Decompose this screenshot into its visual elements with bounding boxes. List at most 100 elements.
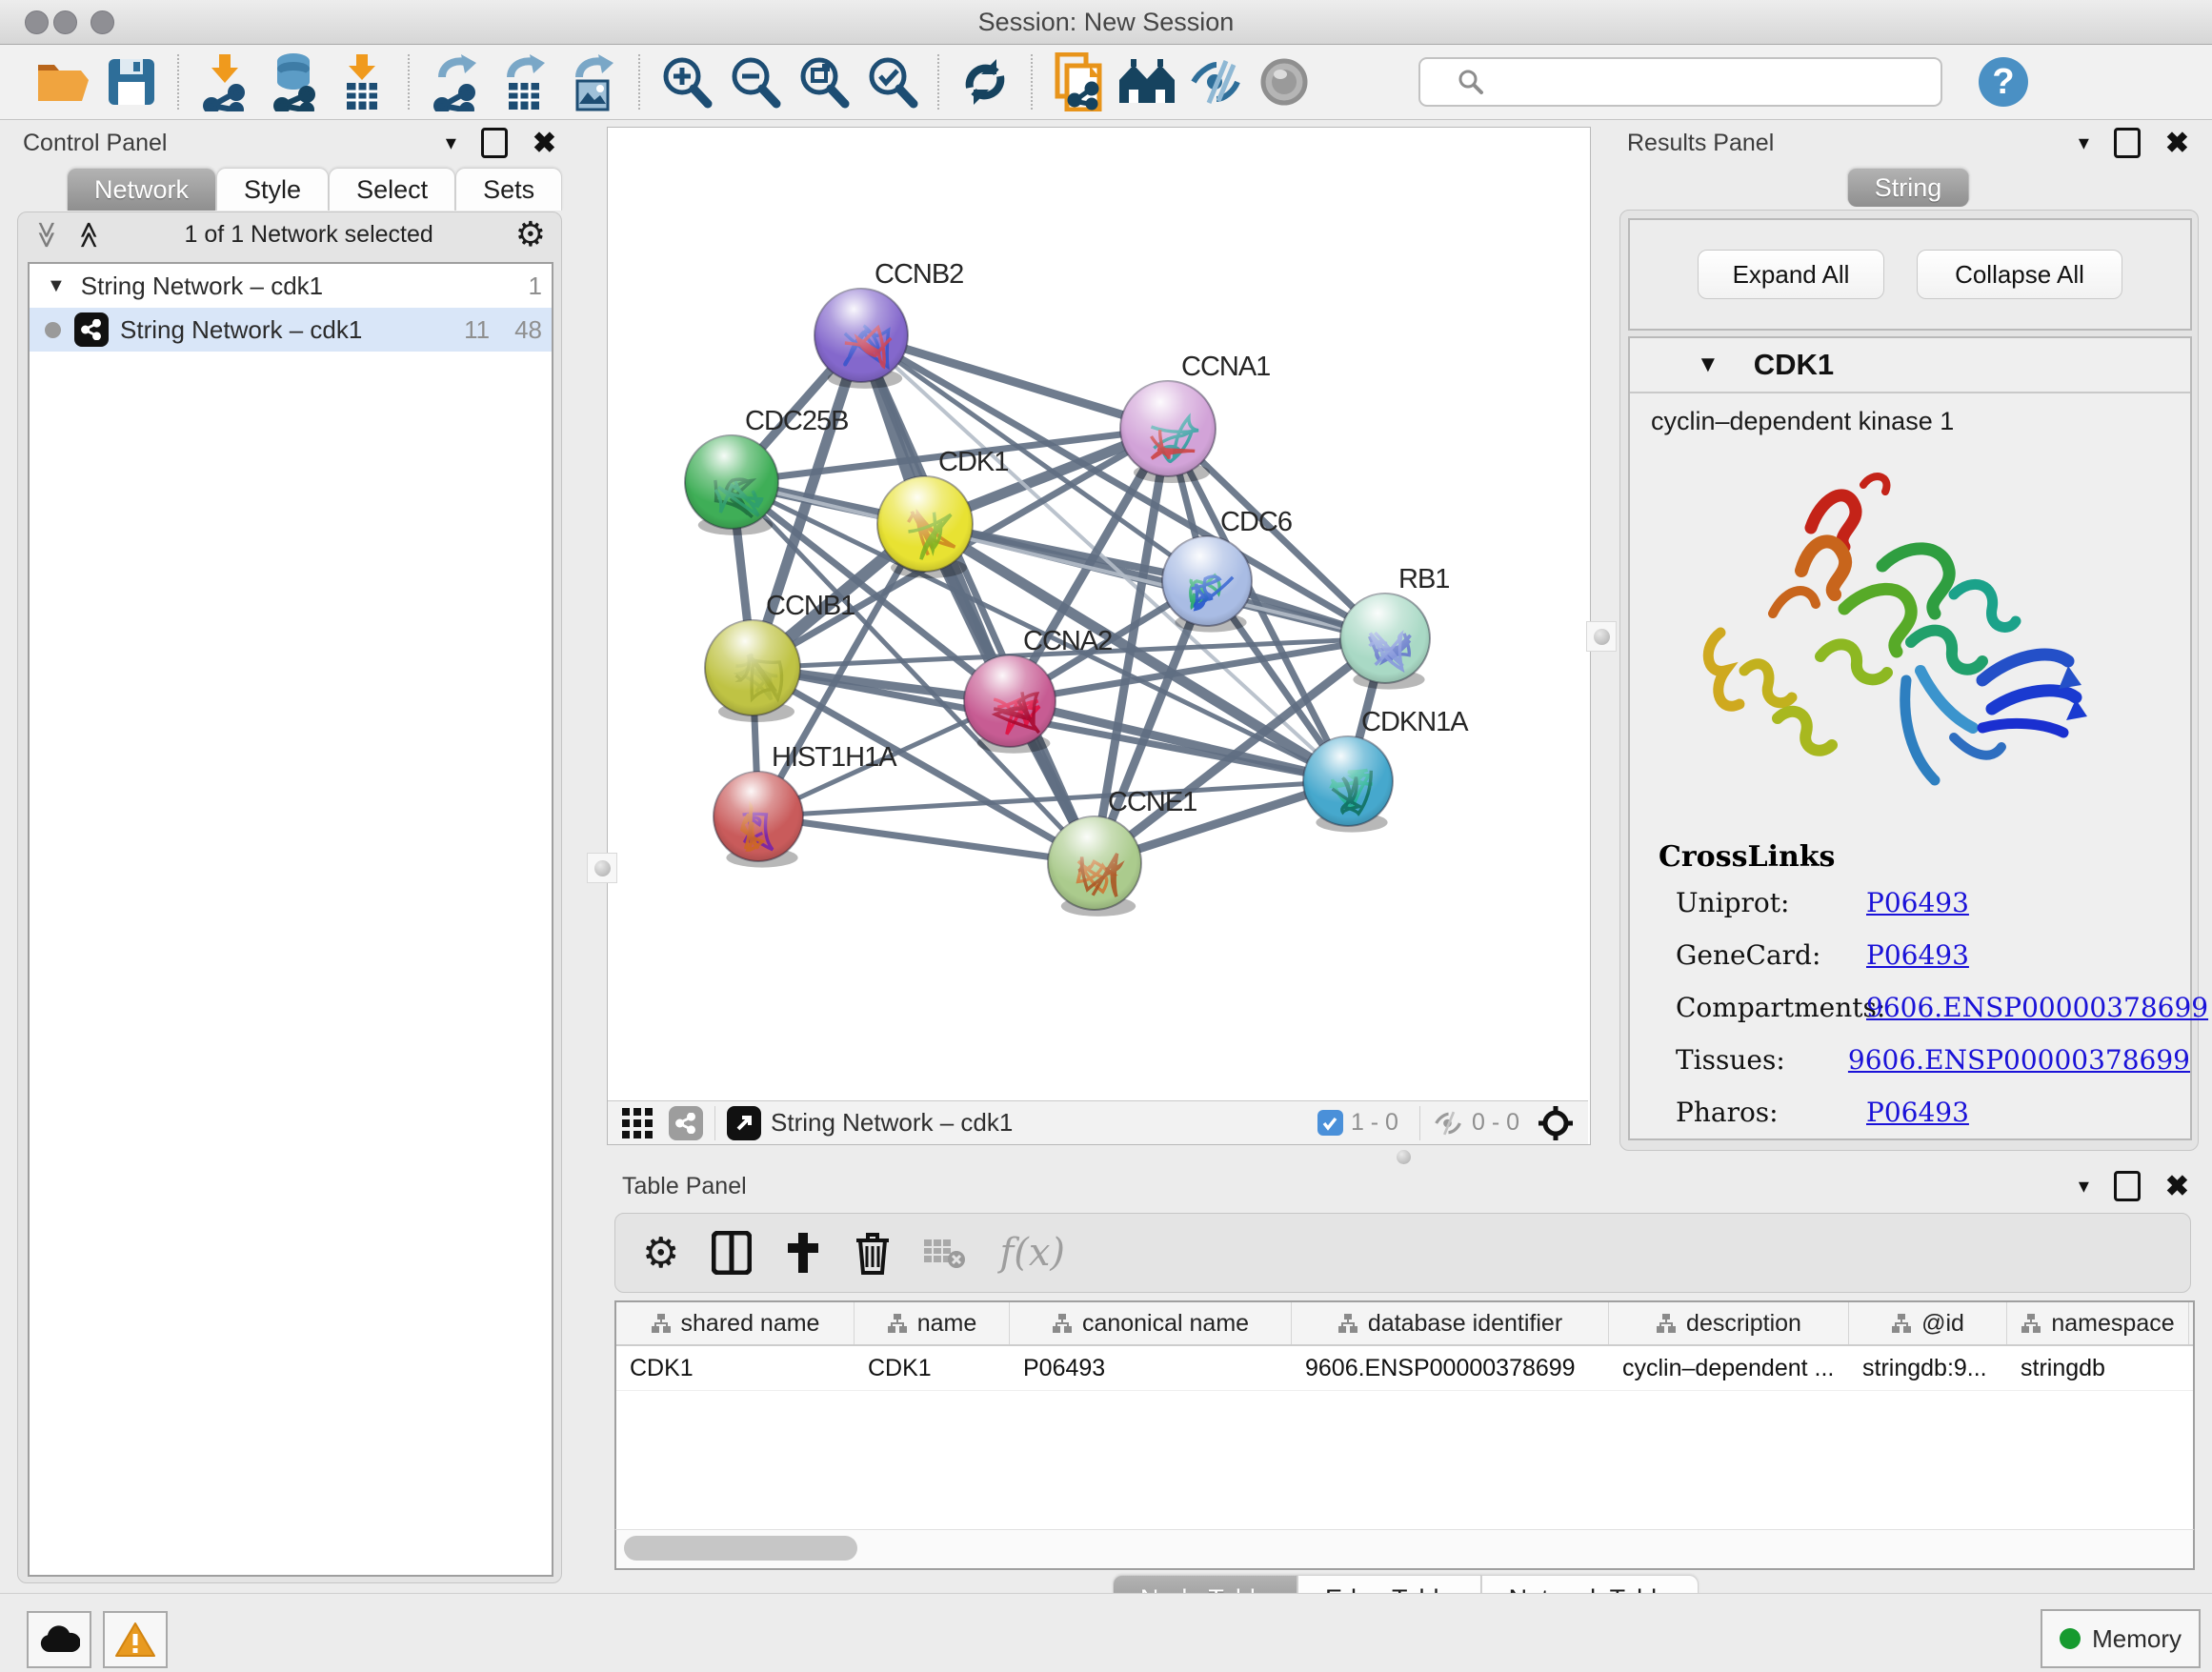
node-table[interactable]: shared namenamecanonical namedatabase id… xyxy=(614,1300,2195,1531)
table-settings-gear-icon[interactable]: ⚙ xyxy=(642,1229,679,1278)
zoom-in-icon[interactable] xyxy=(656,52,715,111)
zoom-window-button[interactable] xyxy=(90,10,114,34)
network-collection-row[interactable]: ▼ String Network – cdk1 1 xyxy=(30,264,552,308)
tree-icon xyxy=(651,1313,672,1334)
expand-all-networks-icon[interactable]: ≫ xyxy=(31,220,63,248)
detach-view-icon[interactable] xyxy=(727,1106,761,1140)
column-header-description[interactable]: description xyxy=(1609,1302,1849,1344)
control-panel-float-icon[interactable] xyxy=(481,128,508,158)
import-network-icon[interactable] xyxy=(195,52,254,111)
refresh-icon[interactable] xyxy=(955,52,1015,111)
network-share-icon[interactable] xyxy=(669,1106,703,1140)
hidden-eye-slash-icon xyxy=(1432,1110,1464,1137)
export-image-icon[interactable] xyxy=(563,52,622,111)
node-label-ccnb2: CCNB2 xyxy=(875,259,963,290)
delete-column-icon[interactable] xyxy=(855,1231,891,1275)
memory-button[interactable]: Memory xyxy=(2041,1609,2201,1668)
control-panel-close-icon[interactable]: ✖ xyxy=(533,127,556,160)
network-row[interactable]: String Network – cdk1 11 48 xyxy=(30,308,552,352)
gray-lens-icon xyxy=(1255,52,1314,111)
column-header-name[interactable]: name xyxy=(855,1302,1010,1344)
tab-sets[interactable]: Sets xyxy=(455,168,562,211)
crosslink-link[interactable]: P06493 xyxy=(1866,887,1969,918)
column-header-shared-name[interactable]: shared name xyxy=(616,1302,855,1344)
crosslinks-section: CrossLinks Uniprot:P06493GeneCard:P06493… xyxy=(1630,823,2190,1128)
tab-string[interactable]: String xyxy=(1847,168,1970,207)
selected-nodes-checkbox[interactable] xyxy=(1317,1110,1343,1136)
show-columns-icon[interactable] xyxy=(712,1231,752,1275)
save-icon[interactable] xyxy=(102,52,161,111)
crosslink-link[interactable]: 9606.ENSP00000378699 xyxy=(1848,1044,2190,1076)
table-cell[interactable]: stringdb:9... xyxy=(1849,1346,2007,1390)
collection-expand-icon[interactable]: ▼ xyxy=(47,275,66,297)
main-toolbar: ? xyxy=(0,45,2212,120)
import-table-icon[interactable] xyxy=(332,52,392,111)
cloud-icon[interactable] xyxy=(27,1611,91,1668)
close-window-button[interactable] xyxy=(25,10,49,34)
table-panel-collapse-icon[interactable]: ▾ xyxy=(2079,1174,2089,1199)
node-label-ccna1: CCNA1 xyxy=(1181,352,1270,382)
column-header--id[interactable]: @id xyxy=(1849,1302,2007,1344)
table-cell[interactable]: 9606.ENSP00000378699 xyxy=(1292,1346,1609,1390)
horizontal-splitter-handle[interactable] xyxy=(1391,1146,1416,1167)
results-panel-collapse-icon[interactable]: ▾ xyxy=(2079,131,2089,155)
table-cell[interactable]: P06493 xyxy=(1010,1346,1292,1390)
table-panel-close-icon[interactable]: ✖ xyxy=(2165,1170,2189,1203)
open-file-icon[interactable] xyxy=(33,52,92,111)
network-node-ccnb1 xyxy=(705,620,800,722)
table-cell[interactable]: CDK1 xyxy=(616,1346,855,1390)
network-view-title: String Network – cdk1 xyxy=(771,1108,1317,1138)
warning-icon[interactable] xyxy=(103,1611,168,1668)
table-panel-float-icon[interactable] xyxy=(2114,1171,2141,1201)
minimize-window-button[interactable] xyxy=(53,10,77,34)
houses-icon[interactable] xyxy=(1117,52,1176,111)
help-icon[interactable]: ? xyxy=(1979,57,2028,107)
crosslink-link[interactable]: P06493 xyxy=(1866,1097,1969,1128)
tab-network[interactable]: Network xyxy=(67,168,216,211)
edge-count: 48 xyxy=(514,315,542,345)
expand-all-button[interactable]: Expand All xyxy=(1698,250,1884,299)
crosslink-link[interactable]: P06493 xyxy=(1866,939,1969,971)
export-table-icon[interactable] xyxy=(494,52,553,111)
collapse-all-button[interactable]: Collapse All xyxy=(1917,250,2122,299)
column-header-database-identifier[interactable]: database identifier xyxy=(1292,1302,1609,1344)
results-panel-float-icon[interactable] xyxy=(2114,128,2141,158)
tree-icon xyxy=(2021,1313,2041,1334)
node-label-ccne1: CCNE1 xyxy=(1108,787,1196,817)
scrollbar-thumb[interactable] xyxy=(624,1536,857,1561)
gene-collapse-icon[interactable]: ▼ xyxy=(1697,352,1719,378)
column-header-namespace[interactable]: namespace xyxy=(2007,1302,2189,1344)
tab-select[interactable]: Select xyxy=(329,168,455,211)
table-cell[interactable]: CDK1 xyxy=(855,1346,1010,1390)
collapse-all-networks-icon[interactable]: ≫ xyxy=(72,220,104,248)
zoom-selected-icon[interactable] xyxy=(862,52,921,111)
column-header-canonical-name[interactable]: canonical name xyxy=(1010,1302,1292,1344)
search-input[interactable] xyxy=(1418,57,1942,107)
eye-slash-icon[interactable] xyxy=(1186,52,1245,111)
export-network-icon[interactable] xyxy=(426,52,485,111)
network-canvas[interactable]: CCNB2CCNA1CDC25BCDK1CDC6RB1CCNB1CCNA2CDK… xyxy=(608,128,1588,1099)
grid-view-icon[interactable] xyxy=(621,1107,654,1139)
birdseye-view-icon[interactable] xyxy=(1537,1104,1575,1142)
tab-style[interactable]: Style xyxy=(216,168,329,211)
table-cell[interactable]: cyclin–dependent ... xyxy=(1609,1346,1849,1390)
selected-counts: 1 - 0 xyxy=(1351,1109,1398,1137)
node-label-ccnb1: CCNB1 xyxy=(766,591,855,621)
table-cell[interactable]: stringdb xyxy=(2007,1346,2189,1390)
control-panel-collapse-icon[interactable]: ▾ xyxy=(446,131,456,155)
crosslink-link[interactable]: 9606.ENSP00000378699 xyxy=(1866,992,2208,1023)
results-panel-title: Results Panel xyxy=(1627,130,1774,157)
zoom-out-icon[interactable] xyxy=(725,52,784,111)
collection-count: 1 xyxy=(529,272,542,301)
tree-icon xyxy=(1052,1313,1073,1334)
results-panel-close-icon[interactable]: ✖ xyxy=(2165,127,2189,160)
zoom-fit-icon[interactable] xyxy=(794,52,853,111)
network-node-hist1h1a xyxy=(714,772,803,868)
import-database-icon[interactable] xyxy=(264,52,323,111)
gene-section-header[interactable]: ▼ CDK1 xyxy=(1630,338,2190,393)
gear-icon[interactable]: ⚙ xyxy=(515,214,546,254)
copy-document-share-icon[interactable] xyxy=(1049,52,1108,111)
left-splitter-handle[interactable] xyxy=(587,853,617,883)
add-column-icon[interactable] xyxy=(784,1231,822,1275)
table-horizontal-scrollbar[interactable] xyxy=(614,1529,2195,1570)
